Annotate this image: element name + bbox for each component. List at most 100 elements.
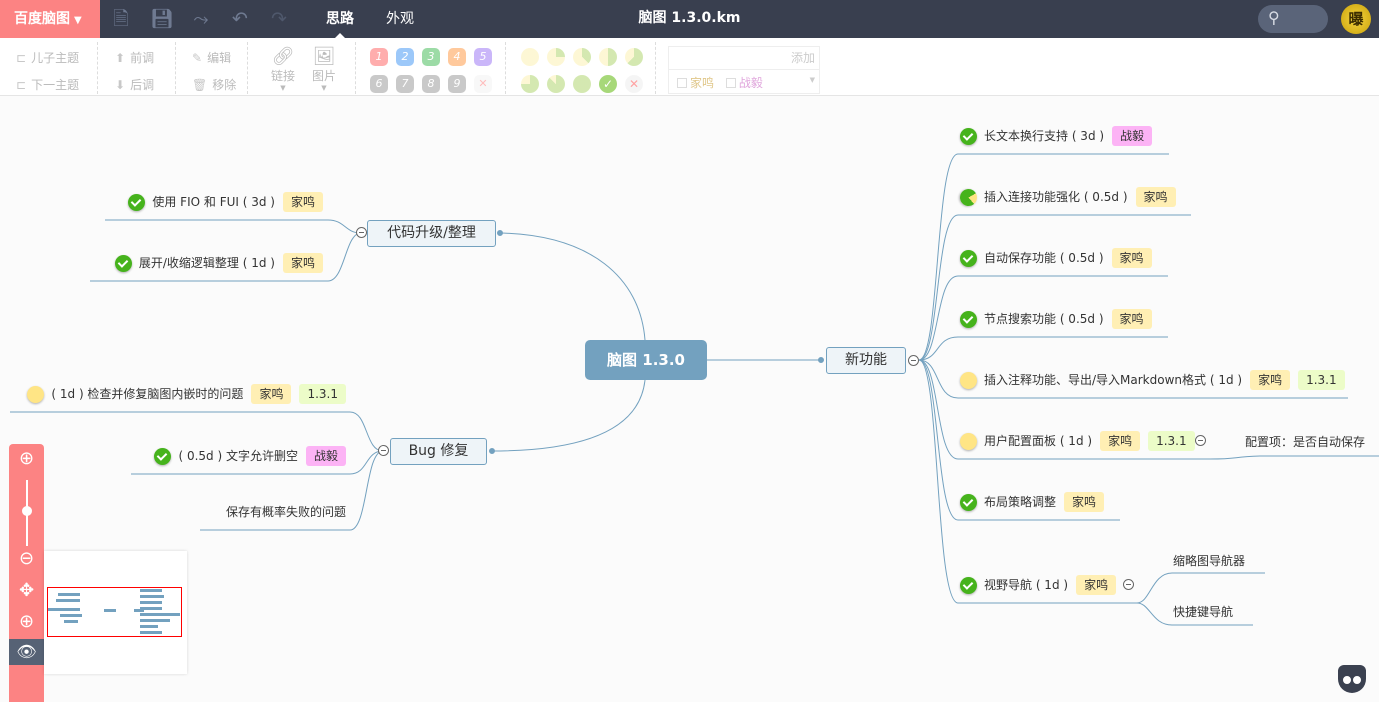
progress-done-icon[interactable] (960, 576, 977, 594)
collapse-icon[interactable] (1123, 579, 1134, 590)
progress-2-button[interactable] (573, 48, 591, 66)
share-icon[interactable]: ⤳ (190, 8, 212, 30)
topic-node[interactable]: ( 1d ) 检查并修复脑图内嵌时的问题 家鸣 1.3.1 (27, 382, 346, 406)
save-icon[interactable]: 💾︎ (150, 8, 174, 30)
locate-icon[interactable]: ⊕ (9, 607, 44, 637)
topic-node[interactable]: 用户配置面板 ( 1d ) 家鸣 1.3.1 (960, 429, 1195, 453)
tag-badge[interactable]: 1.3.1 (1148, 431, 1195, 451)
topic-node[interactable]: 长文本换行支持 ( 3d ) 战毅 (960, 124, 1153, 148)
topic-node[interactable]: 展开/收缩逻辑整理 ( 1d ) 家鸣 (114, 251, 323, 275)
zoom-in-icon[interactable]: ⊕ (9, 444, 44, 474)
tag-badge[interactable]: 家鸣 (282, 192, 323, 212)
undo-icon[interactable]: ↶ (229, 8, 251, 30)
topic-node[interactable]: 布局策略调整 家鸣 (960, 490, 1105, 514)
topic-node[interactable]: 插入连接功能强化 ( 0.5d ) 家鸣 (956, 185, 1176, 209)
progress-done-icon[interactable] (114, 254, 132, 272)
tag-badge[interactable]: 战毅 (305, 446, 346, 466)
new-file-icon[interactable]: 🗎 (110, 8, 132, 30)
tag-editor[interactable]: 添加 家鸣 战毅 ▼ (668, 46, 820, 94)
collapse-icon[interactable] (1195, 435, 1206, 446)
progress-6-button[interactable] (547, 75, 565, 93)
progress-done-icon[interactable] (154, 447, 172, 465)
node-bug-fix[interactable]: Bug 修复 (390, 438, 487, 465)
topic-node[interactable]: 保存有概率失败的问题 (226, 500, 346, 524)
app-menu-button[interactable]: 百度脑图 ▼ (0, 0, 100, 38)
priority-9-button[interactable]: 9 (448, 75, 466, 93)
collapse-icon[interactable] (356, 227, 367, 238)
progress-4-button[interactable] (625, 48, 643, 66)
topic-node[interactable]: 插入注释功能、导出/导入Markdown格式 ( 1d ) 家鸣 1.3.1 (960, 368, 1345, 392)
node-new-features[interactable]: 新功能 (826, 347, 906, 374)
progress-icon[interactable] (956, 185, 981, 209)
avatar[interactable]: 曝 (1341, 4, 1371, 34)
tag-badge[interactable]: 家鸣 (251, 384, 292, 404)
topic-node[interactable]: 视野导航 ( 1d ) 家鸣 (960, 573, 1117, 597)
progress-done-icon[interactable] (128, 193, 146, 211)
progress-1-button[interactable] (547, 48, 565, 66)
topic-node[interactable]: 使用 FIO 和 FUI ( 3d ) 家鸣 (128, 190, 323, 214)
progress-0-button[interactable] (521, 48, 539, 66)
progress-done-icon[interactable] (960, 249, 977, 267)
priority-2-button[interactable]: 2 (396, 48, 414, 66)
priority-4-button[interactable]: 4 (448, 48, 466, 66)
move-up-button[interactable]: ⬆ 前调 (115, 49, 154, 66)
dropdown-icon[interactable]: ▼ (810, 76, 815, 84)
progress-3-button[interactable] (599, 48, 617, 66)
zoom-slider-handle[interactable] (22, 506, 32, 516)
tag-badge[interactable]: 家鸣 (1100, 431, 1141, 451)
owl-icon[interactable] (1338, 665, 1366, 693)
progress-5-button[interactable] (521, 75, 539, 93)
progress-icon[interactable] (960, 432, 977, 450)
remove-priority-icon[interactable]: ✕ (474, 75, 492, 93)
priority-1-button[interactable]: 1 (370, 48, 388, 66)
tag-badge[interactable]: 家鸣 (1250, 370, 1291, 390)
search-button[interactable]: ⚲ (1258, 5, 1328, 33)
priority-5-button[interactable]: 5 (474, 48, 492, 66)
node-thumbnail-nav[interactable]: 缩略图导航器 (1173, 552, 1245, 569)
topic-node[interactable]: ( 0.5d ) 文字允许删空 战毅 (154, 444, 346, 468)
tab-appearance[interactable]: 外观 (386, 0, 414, 38)
zoom-out-icon[interactable]: ⊖ (9, 544, 44, 574)
tag-badge[interactable]: 家鸣 (1076, 575, 1117, 595)
edit-button[interactable]: ✎ 编辑 (192, 49, 231, 66)
tag-badge[interactable]: 家鸣 (282, 253, 323, 273)
remove-button[interactable]: 🗑︎ 移除 (192, 76, 236, 93)
remove-progress-icon[interactable]: ✕ (625, 75, 643, 93)
node-config-item[interactable]: 配置项：是否自动保存 (1245, 433, 1365, 450)
add-sibling-button[interactable]: ⊏ 下一主题 (16, 76, 79, 93)
priority-8-button[interactable]: 8 (422, 75, 440, 93)
progress-icon[interactable] (960, 371, 977, 389)
priority-3-button[interactable]: 3 (422, 48, 440, 66)
root-node[interactable]: 脑图 1.3.0 (585, 340, 707, 380)
tag-badge[interactable]: 1.3.1 (1298, 370, 1345, 390)
progress-7-button[interactable] (573, 75, 591, 93)
move-icon[interactable]: ✥ (9, 576, 44, 606)
progress-done-icon[interactable] (960, 127, 977, 145)
tab-idea[interactable]: 思路 (326, 0, 354, 38)
collapse-icon[interactable] (908, 355, 919, 366)
tag-option-jiaming[interactable]: 家鸣 (677, 76, 714, 90)
add-child-button[interactable]: ⊏ 儿子主题 (16, 49, 79, 66)
link-button[interactable]: 🔗︎ 链接 ▼ (270, 46, 296, 92)
collapse-icon[interactable] (378, 445, 389, 456)
node-shortcut-nav[interactable]: 快捷键导航 (1173, 603, 1233, 620)
progress-8-button[interactable]: ✓ (599, 75, 617, 93)
priority-7-button[interactable]: 7 (396, 75, 414, 93)
minimap[interactable] (44, 551, 187, 674)
move-down-button[interactable]: ⬇ 后调 (115, 76, 154, 93)
eye-icon[interactable]: 👁︎ (9, 639, 44, 665)
tag-add-input[interactable]: 添加 (791, 49, 815, 66)
tag-badge[interactable]: 1.3.1 (299, 384, 346, 404)
progress-done-icon[interactable] (960, 310, 977, 328)
tag-badge[interactable]: 家鸣 (1111, 309, 1152, 329)
tag-badge[interactable]: 战毅 (1112, 126, 1153, 146)
tag-badge[interactable]: 家鸣 (1111, 248, 1152, 268)
mindmap-canvas[interactable]: 脑图 1.3.0 新功能 代码升级/整理 Bug 修复 长文本换行支持 ( 3d… (0, 97, 1379, 702)
progress-icon[interactable] (27, 385, 45, 403)
tag-badge[interactable]: 家鸣 (1135, 187, 1176, 207)
tag-option-zhanyi[interactable]: 战毅 (725, 76, 763, 90)
redo-icon[interactable]: ↷ (268, 8, 290, 30)
image-button[interactable]: 🖼︎ 图片 ▼ (311, 46, 337, 92)
topic-node[interactable]: 节点搜索功能 ( 0.5d ) 家鸣 (960, 307, 1152, 331)
progress-done-icon[interactable] (960, 493, 977, 511)
